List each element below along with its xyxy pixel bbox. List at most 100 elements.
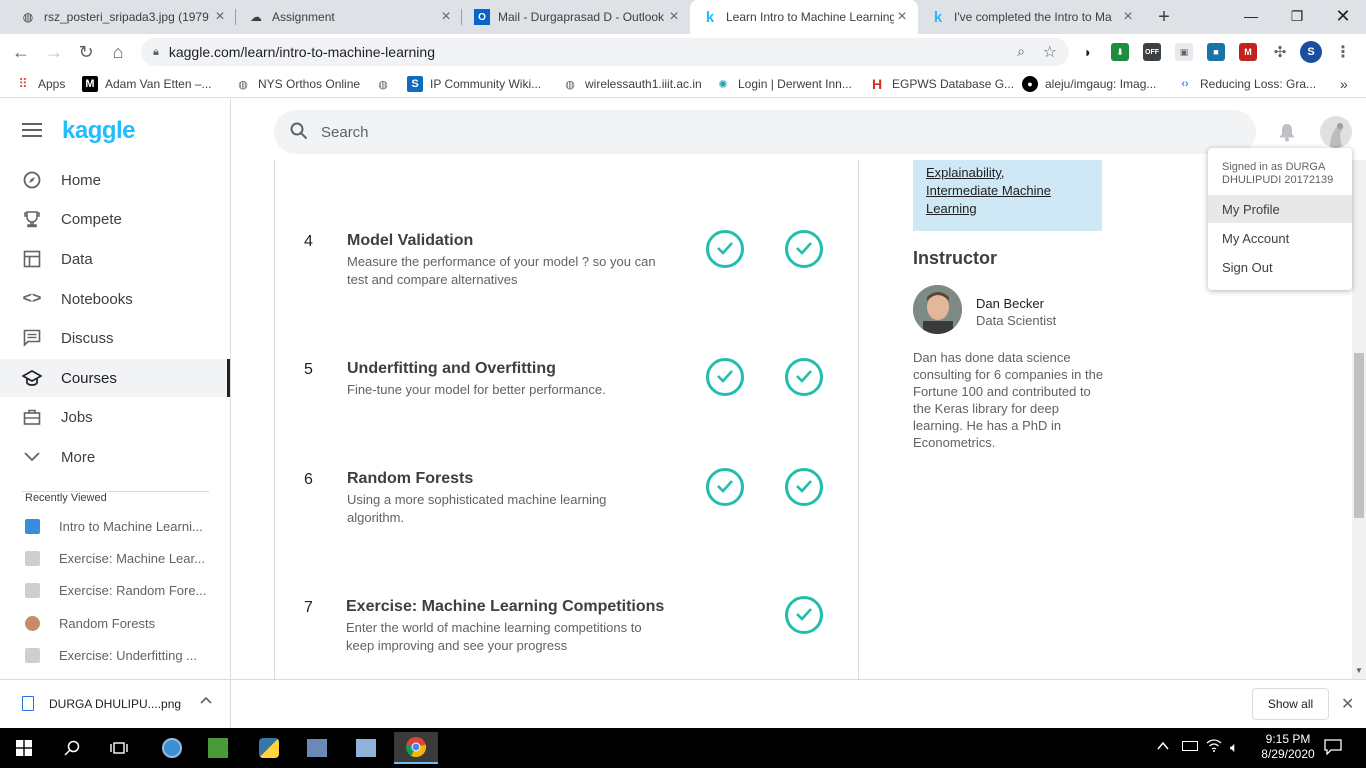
search-bar[interactable]: Search bbox=[274, 110, 1256, 154]
grid-extension-icon[interactable]: ■ bbox=[1207, 43, 1225, 61]
hamburger-menu-icon[interactable] bbox=[22, 123, 42, 139]
chrome-taskbar-icon[interactable] bbox=[394, 732, 438, 764]
bookmark-apps[interactable]: ⠿ Apps bbox=[15, 75, 65, 93]
address-bar[interactable]: 🔒︎ kaggle.com/learn/intro-to-machine-lea… bbox=[141, 38, 1069, 66]
volume-icon[interactable]: 🔈︎ bbox=[1230, 739, 1238, 756]
nav-notebooks[interactable]: <> Notebooks bbox=[0, 280, 230, 318]
chevron-up-icon[interactable] bbox=[200, 694, 212, 712]
bookmark-item[interactable]: M Adam Van Etten –... bbox=[82, 75, 212, 93]
scrollbar-thumb[interactable] bbox=[1354, 353, 1364, 518]
network-app-icon[interactable] bbox=[297, 732, 337, 764]
bookmark-item[interactable]: S IP Community Wiki... bbox=[407, 75, 541, 93]
tutorial-complete-check-icon[interactable] bbox=[706, 230, 744, 268]
nav-discuss[interactable]: Discuss bbox=[0, 319, 230, 357]
browser-tab-active[interactable]: k Learn Intro to Machine Learning × bbox=[690, 0, 918, 34]
chart-app-icon[interactable] bbox=[198, 732, 238, 764]
lesson-row[interactable]: 7 Exercise: Machine Learning Competition… bbox=[274, 563, 859, 679]
close-icon[interactable]: × bbox=[666, 8, 682, 26]
close-window-icon[interactable]: ✕ bbox=[1320, 0, 1366, 32]
shield-extension-icon[interactable]: M bbox=[1239, 43, 1257, 61]
recent-item[interactable]: Intro to Machine Learni... bbox=[0, 514, 230, 538]
star-icon[interactable]: ☆ bbox=[1043, 42, 1057, 62]
python-icon[interactable] bbox=[249, 732, 289, 764]
download-item[interactable]: DURGA DHULIPU....png bbox=[0, 680, 231, 728]
tutorial-complete-check-icon[interactable] bbox=[706, 468, 744, 506]
tray-chevron-up-icon[interactable] bbox=[1157, 740, 1169, 754]
recent-item[interactable]: Exercise: Machine Lear... bbox=[0, 546, 230, 570]
bookmark-item[interactable]: H EGPWS Database G... bbox=[869, 75, 1014, 93]
home-icon[interactable]: ⌂ bbox=[104, 38, 132, 66]
menu-dots-icon[interactable]: ⋮ bbox=[1334, 43, 1352, 61]
course-link[interactable]: Intermediate Machine bbox=[926, 182, 1089, 200]
restore-icon[interactable]: ❐ bbox=[1274, 0, 1320, 32]
close-icon[interactable]: × bbox=[212, 8, 228, 26]
bookmark-item[interactable]: ◍ wirelessauth1.iiit.ac.in bbox=[562, 75, 702, 93]
kaggle-logo[interactable]: kaggle bbox=[62, 117, 136, 145]
bookmark-item[interactable]: ‹› Reducing Loss: Gra... bbox=[1177, 75, 1316, 93]
lesson-row[interactable]: 4 Model Validation Measure the performan… bbox=[274, 197, 859, 326]
close-icon[interactable]: × bbox=[1120, 8, 1136, 26]
puzzle-icon[interactable]: ✣ bbox=[1271, 43, 1289, 61]
tutorial-complete-check-icon[interactable] bbox=[706, 358, 744, 396]
instructor-name[interactable]: Dan Becker bbox=[976, 296, 1044, 311]
download-extension-icon[interactable]: ⬇ bbox=[1111, 43, 1129, 61]
audio-extension-icon[interactable]: ◗ bbox=[1079, 43, 1097, 61]
menu-item-sign-out[interactable]: Sign Out bbox=[1208, 253, 1352, 281]
bookmarks-overflow[interactable]: » bbox=[1340, 75, 1348, 93]
course-link[interactable]: Explainability, bbox=[926, 164, 1089, 182]
image-extension-icon[interactable]: ▣ bbox=[1175, 43, 1193, 61]
exercise-complete-check-icon[interactable] bbox=[785, 230, 823, 268]
close-icon[interactable]: × bbox=[438, 8, 454, 26]
lesson-title[interactable]: Underfitting and Overfitting bbox=[347, 360, 556, 378]
show-all-button[interactable]: Show all bbox=[1252, 688, 1329, 720]
menu-item-my-profile[interactable]: My Profile bbox=[1208, 195, 1352, 223]
bookmark-item[interactable]: ◍ bbox=[375, 75, 398, 93]
lesson-row[interactable]: 6 Random Forests Using a more sophistica… bbox=[274, 435, 859, 564]
notifications-icon[interactable] bbox=[1324, 739, 1342, 760]
nav-jobs[interactable]: Jobs bbox=[0, 398, 230, 436]
nav-courses[interactable]: Courses bbox=[0, 359, 230, 397]
search-icon[interactable] bbox=[52, 732, 92, 764]
recent-item[interactable]: Random Forests bbox=[0, 611, 230, 635]
close-downloads-icon[interactable]: ✕ bbox=[1341, 694, 1354, 714]
back-icon[interactable]: ← bbox=[7, 38, 35, 66]
bookmark-item[interactable]: ● aleju/imgaug: Imag... bbox=[1022, 75, 1156, 93]
off-extension-icon[interactable]: OFF bbox=[1143, 43, 1161, 61]
nav-data[interactable]: Data bbox=[0, 240, 230, 278]
recent-item[interactable]: Exercise: Underfitting ... bbox=[0, 643, 230, 667]
exercise-complete-check-icon[interactable] bbox=[785, 596, 823, 634]
nav-compete[interactable]: Compete bbox=[0, 200, 230, 238]
exercise-complete-check-icon[interactable] bbox=[785, 358, 823, 396]
bookmark-item[interactable]: ◍ NYS Orthos Online bbox=[235, 75, 360, 93]
magnifier-app-icon[interactable] bbox=[152, 732, 192, 764]
clock[interactable]: 9:15 PM 8/29/2020 bbox=[1253, 732, 1323, 762]
bookmark-item[interactable]: ✺ Login | Derwent Inn... bbox=[715, 75, 851, 93]
browser-tab[interactable]: ☁ Assignment × bbox=[236, 0, 462, 34]
user-avatar[interactable] bbox=[1320, 116, 1352, 148]
wifi-icon[interactable] bbox=[1206, 738, 1222, 755]
lesson-title[interactable]: Random Forests bbox=[347, 470, 473, 488]
recent-item[interactable]: Exercise: Random Fore... bbox=[0, 578, 230, 602]
lesson-row[interactable]: 5 Underfitting and Overfitting Fine-tune… bbox=[274, 325, 859, 436]
nav-home[interactable]: Home bbox=[0, 161, 230, 199]
task-view-icon[interactable] bbox=[99, 732, 139, 764]
new-tab-button[interactable]: + bbox=[1152, 5, 1176, 29]
zoom-icon[interactable]: ⌕ bbox=[1017, 43, 1025, 60]
windows-start-icon[interactable] bbox=[4, 732, 44, 764]
scroll-down-arrow-icon[interactable]: ▼ bbox=[1355, 666, 1363, 675]
chrome-profile-avatar[interactable]: S bbox=[1300, 41, 1322, 63]
forward-icon[interactable]: → bbox=[40, 38, 68, 66]
course-link[interactable]: Learning bbox=[926, 200, 1089, 218]
exercise-complete-check-icon[interactable] bbox=[785, 468, 823, 506]
minimize-icon[interactable]: — bbox=[1228, 0, 1274, 32]
menu-item-my-account[interactable]: My Account bbox=[1208, 224, 1352, 252]
browser-tab[interactable]: ◍ rsz_posteri_sripada3.jpg (1979 × bbox=[8, 0, 236, 34]
browser-tab[interactable]: k I've completed the Intro to Ma × bbox=[918, 0, 1144, 34]
close-icon[interactable]: × bbox=[894, 8, 910, 26]
lesson-title[interactable]: Model Validation bbox=[347, 232, 473, 250]
lesson-title[interactable]: Exercise: Machine Learning Competitions bbox=[346, 598, 664, 616]
reload-icon[interactable]: ↻ bbox=[72, 38, 100, 66]
browser-tab[interactable]: O Mail - Durgaprasad D - Outlook × bbox=[462, 0, 690, 34]
computer-app-icon[interactable] bbox=[346, 732, 386, 764]
page-scrollbar[interactable]: ▼ bbox=[1352, 160, 1366, 679]
